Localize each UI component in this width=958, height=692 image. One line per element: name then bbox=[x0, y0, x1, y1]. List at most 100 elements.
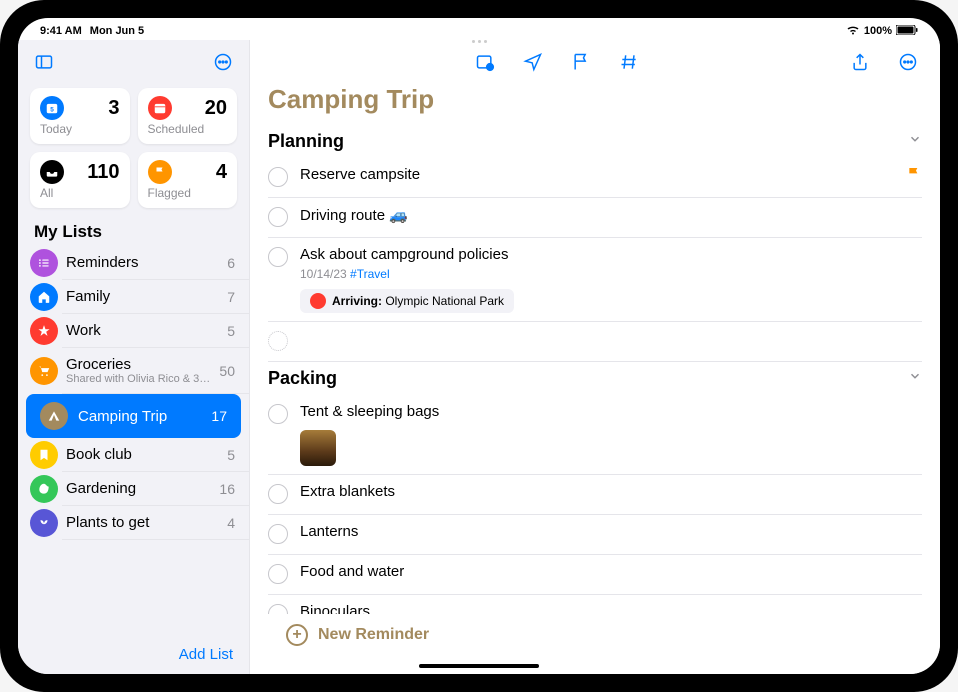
smart-lists-grid: 5 3 Today 20 Scheduled bbox=[18, 80, 249, 216]
complete-circle[interactable] bbox=[268, 564, 288, 584]
house-icon bbox=[30, 283, 58, 311]
smart-count: 3 bbox=[108, 97, 119, 120]
calendar-icon bbox=[148, 96, 172, 120]
reminder-title: Reserve campsite bbox=[300, 166, 906, 183]
complete-circle[interactable] bbox=[268, 167, 288, 187]
reminder-row[interactable]: Food and water bbox=[268, 555, 922, 595]
cart-icon bbox=[30, 357, 58, 385]
list-count: 50 bbox=[219, 363, 235, 379]
reminder-title: Food and water bbox=[300, 563, 922, 580]
sidebar-list-camping-trip[interactable]: Camping Trip 17 bbox=[26, 394, 241, 438]
tag-button[interactable] bbox=[615, 48, 643, 76]
reminder-row[interactable]: Lanterns bbox=[268, 515, 922, 555]
smart-list-scheduled[interactable]: 20 Scheduled bbox=[138, 88, 238, 144]
tent-icon bbox=[40, 402, 68, 430]
my-lists: Reminders 6 Family 7 Work 5 Groceries Sh… bbox=[18, 246, 249, 636]
svg-text:+: + bbox=[488, 66, 492, 72]
sidebar-list-book-club[interactable]: Book club 5 bbox=[62, 438, 249, 472]
sidebar-list-groceries[interactable]: Groceries Shared with Olivia Rico & 3… 5… bbox=[62, 348, 249, 394]
sidebar-list-gardening[interactable]: Gardening 16 bbox=[62, 472, 249, 506]
complete-circle[interactable] bbox=[268, 484, 288, 504]
svg-text:5: 5 bbox=[50, 107, 54, 114]
add-list-button[interactable]: Add List bbox=[179, 646, 233, 663]
more-button[interactable] bbox=[894, 48, 922, 76]
smart-count: 20 bbox=[205, 97, 227, 120]
plus-circle-icon: + bbox=[286, 624, 308, 646]
section-header-packing[interactable]: Packing bbox=[268, 362, 922, 395]
reminder-title: Lanterns bbox=[300, 523, 922, 540]
attachment-thumbnail[interactable] bbox=[300, 430, 336, 466]
status-date: Mon Jun 5 bbox=[90, 25, 144, 37]
reminder-row[interactable] bbox=[268, 322, 922, 362]
list-count: 6 bbox=[227, 255, 235, 271]
home-indicator[interactable] bbox=[419, 664, 539, 668]
list-count: 5 bbox=[227, 447, 235, 463]
flag-icon bbox=[906, 166, 922, 187]
list-name: Camping Trip bbox=[78, 408, 211, 425]
status-bar: 9:41 AM Mon Jun 5 100% bbox=[18, 18, 940, 40]
smart-list-today[interactable]: 5 3 Today bbox=[30, 88, 130, 144]
section-header-planning[interactable]: Planning bbox=[268, 125, 922, 158]
flag-button[interactable] bbox=[567, 48, 595, 76]
my-lists-header: My Lists bbox=[18, 216, 249, 246]
calendar-button[interactable]: + bbox=[471, 48, 499, 76]
reminder-meta: 10/14/23 #Travel bbox=[300, 267, 922, 281]
more-button[interactable] bbox=[209, 48, 237, 76]
reminder-title: Driving route 🚙 bbox=[300, 206, 922, 224]
reminders-content: Planning Reserve campsite Driving route … bbox=[250, 125, 940, 674]
list-name: Reminders bbox=[66, 254, 227, 271]
status-time: 9:41 AM bbox=[40, 25, 82, 37]
list-count: 5 bbox=[227, 323, 235, 339]
location-pill[interactable]: Arriving: Olympic National Park bbox=[300, 289, 514, 313]
chevron-down-icon bbox=[908, 369, 922, 388]
sidebar-list-reminders[interactable]: Reminders 6 bbox=[62, 246, 249, 280]
complete-circle[interactable] bbox=[268, 207, 288, 227]
complete-circle[interactable] bbox=[268, 247, 288, 267]
sidebar: 5 3 Today 20 Scheduled bbox=[18, 40, 250, 674]
main-pane: + Camping Trip Planning Reserve campsite bbox=[250, 40, 940, 674]
smart-count: 110 bbox=[87, 161, 119, 184]
battery-percent: 100% bbox=[864, 25, 892, 37]
smart-list-all[interactable]: 110 All bbox=[30, 152, 130, 208]
location-button[interactable] bbox=[519, 48, 547, 76]
list-name: Work bbox=[66, 322, 227, 339]
smart-label: Today bbox=[40, 122, 120, 136]
reminder-title: Extra blankets bbox=[300, 483, 922, 500]
reminder-row[interactable]: Tent & sleeping bags bbox=[268, 395, 922, 475]
section-title: Planning bbox=[268, 131, 344, 152]
sidebar-list-family[interactable]: Family 7 bbox=[62, 280, 249, 314]
sidebar-list-plants-to-get[interactable]: Plants to get 4 bbox=[62, 506, 249, 540]
list-count: 7 bbox=[227, 289, 235, 305]
list-count: 4 bbox=[227, 515, 235, 531]
reminder-row[interactable]: Reserve campsite bbox=[268, 158, 922, 198]
new-reminder-button[interactable]: + New Reminder bbox=[268, 614, 922, 656]
list-count: 16 bbox=[219, 481, 235, 497]
complete-circle[interactable] bbox=[268, 524, 288, 544]
list-name: Groceries bbox=[66, 356, 219, 373]
complete-circle[interactable] bbox=[268, 331, 288, 351]
multitask-dots bbox=[453, 40, 505, 44]
list-subtitle: Shared with Olivia Rico & 3… bbox=[66, 373, 219, 385]
tray-icon bbox=[40, 160, 64, 184]
plant-icon bbox=[30, 509, 58, 537]
location-arrive-icon bbox=[310, 293, 326, 309]
sidebar-toggle-button[interactable] bbox=[30, 48, 58, 76]
sidebar-list-work[interactable]: Work 5 bbox=[62, 314, 249, 348]
flag-icon bbox=[148, 160, 172, 184]
new-reminder-label: New Reminder bbox=[318, 626, 429, 644]
section-title: Packing bbox=[268, 368, 337, 389]
smart-count: 4 bbox=[216, 161, 227, 184]
complete-circle[interactable] bbox=[268, 404, 288, 424]
wifi-icon bbox=[846, 25, 860, 38]
smart-list-flagged[interactable]: 4 Flagged bbox=[138, 152, 238, 208]
reminder-row[interactable]: Extra blankets bbox=[268, 475, 922, 515]
list-icon bbox=[30, 249, 58, 277]
reminder-row[interactable]: Ask about campground policies10/14/23 #T… bbox=[268, 238, 922, 322]
share-button[interactable] bbox=[846, 48, 874, 76]
list-name: Book club bbox=[66, 446, 227, 463]
battery-icon bbox=[896, 25, 918, 38]
leaf-icon bbox=[30, 475, 58, 503]
reminder-row[interactable]: Driving route 🚙 bbox=[268, 198, 922, 238]
page-title: Camping Trip bbox=[250, 80, 940, 125]
chevron-down-icon bbox=[908, 132, 922, 151]
